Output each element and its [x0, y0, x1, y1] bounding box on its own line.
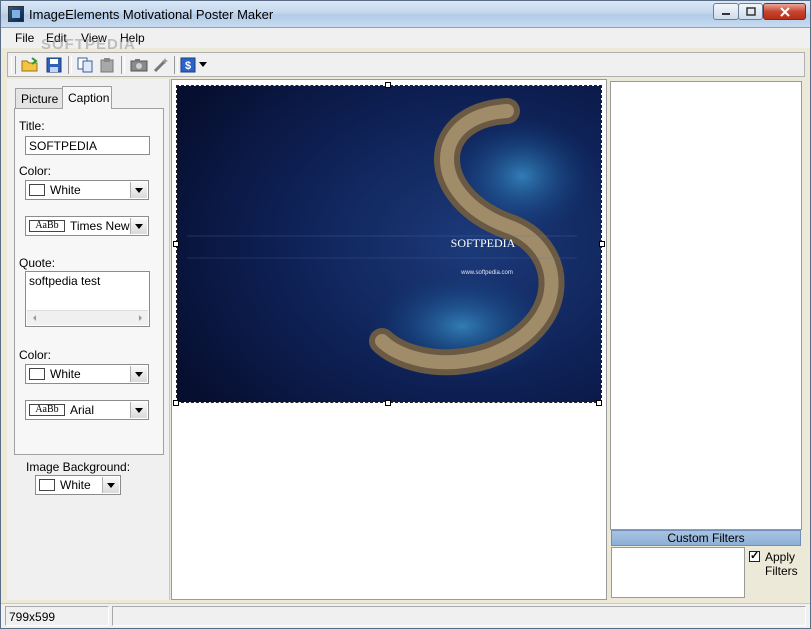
minimize-icon: [722, 12, 730, 15]
window-title: ImageElements Motivational Poster Maker: [29, 7, 274, 22]
quote-font-select[interactable]: AaBb Arial: [25, 400, 149, 420]
title-font-select[interactable]: AaBb Times New Roman: [25, 216, 149, 236]
title-input[interactable]: SOFTPEDIA: [25, 136, 150, 155]
resize-handle[interactable]: [596, 400, 602, 406]
chevron-down-icon[interactable]: [102, 477, 119, 493]
toolbar: $: [7, 52, 805, 77]
quote-color-label: Color:: [19, 348, 52, 362]
close-button[interactable]: [763, 3, 806, 20]
quote-color-value: White: [50, 367, 81, 381]
svg-text:$: $: [185, 60, 191, 72]
poster-title: SOFTPEDIA: [451, 236, 516, 250]
chevron-down-icon[interactable]: [130, 218, 147, 234]
quote-label: Quote:: [19, 256, 56, 270]
tab-caption[interactable]: Caption: [62, 86, 112, 109]
status-dimensions: 799x599: [5, 606, 109, 626]
preview-panel: [610, 81, 802, 530]
resize-handle[interactable]: [385, 82, 391, 88]
close-icon: [779, 6, 790, 17]
custom-filters-list[interactable]: [611, 547, 745, 598]
background-select[interactable]: White: [35, 475, 121, 495]
magic-wand-icon: [153, 58, 168, 73]
title-font-value: Times New Roman: [70, 219, 130, 233]
paste-button[interactable]: [97, 55, 117, 75]
title-color-label: Color:: [19, 164, 52, 178]
canvas-area[interactable]: SOFTPEDIA www.softpedia.com: [171, 79, 607, 600]
status-message: [112, 606, 806, 626]
camera-icon: [130, 59, 148, 72]
custom-filters-header: Custom Filters: [611, 530, 801, 546]
resize-handle[interactable]: [173, 241, 179, 247]
apply-filters-label-line2: Filters: [765, 564, 798, 578]
title-color-value: White: [50, 183, 81, 197]
color-swatch: [39, 479, 55, 491]
color-swatch: [29, 184, 45, 196]
quote-font-value: Arial: [70, 403, 95, 417]
dollar-icon: $: [180, 57, 196, 73]
maximize-icon: [745, 7, 756, 16]
buy-button[interactable]: $: [178, 55, 198, 75]
chevron-down-icon[interactable]: [130, 366, 147, 382]
tab-picture-label: Picture: [21, 91, 59, 106]
font-sample: AaBb: [29, 404, 65, 416]
minimize-button[interactable]: [713, 3, 739, 20]
image-button[interactable]: [129, 55, 149, 75]
title-bar[interactable]: ImageElements Motivational Poster Maker: [1, 1, 810, 28]
quote-textarea[interactable]: softpedia test: [25, 271, 150, 327]
background-value: White: [60, 478, 91, 492]
apply-filters-checkbox[interactable]: [749, 549, 760, 562]
apply-filters-label-line1: Apply: [765, 550, 796, 564]
toolbar-separator: [121, 56, 125, 74]
background-label: Image Background:: [26, 460, 131, 474]
toolbar-separator: [68, 56, 72, 74]
softpedia-watermark: SOFTPEDIA: [41, 36, 136, 53]
title-color-select[interactable]: White: [25, 180, 149, 200]
app-icon: [8, 6, 24, 22]
title-label: Title:: [19, 119, 45, 133]
chevron-down-icon[interactable]: [130, 402, 147, 418]
chevron-down-icon[interactable]: [130, 182, 147, 198]
poster-url: www.softpedia.com: [460, 270, 513, 276]
wizard-button[interactable]: [151, 55, 171, 75]
app-window: ImageElements Motivational Poster Maker …: [0, 0, 811, 629]
save-button[interactable]: [44, 55, 64, 75]
open-folder-icon: [21, 57, 38, 72]
resize-handle[interactable]: [173, 400, 179, 406]
properties-panel: Picture Caption Title: SOFTPEDIA Color: …: [7, 79, 170, 600]
scroll-arrows: [33, 315, 142, 321]
status-bar: 799x599: [1, 603, 810, 628]
quote-color-select[interactable]: White: [25, 364, 149, 384]
poster-image[interactable]: SOFTPEDIA www.softpedia.com: [176, 85, 602, 403]
quote-text: softpedia test: [29, 274, 101, 288]
tab-picture[interactable]: Picture: [15, 88, 63, 108]
menu-file[interactable]: File: [15, 31, 34, 45]
open-button[interactable]: [20, 55, 40, 75]
paste-icon: [100, 58, 114, 73]
tab-caption-label: Caption: [68, 91, 110, 105]
resize-handle[interactable]: [599, 241, 605, 247]
copy-icon: [77, 57, 93, 73]
font-sample: AaBb: [29, 220, 65, 232]
color-swatch: [29, 368, 45, 380]
maximize-button[interactable]: [738, 3, 763, 20]
toolbar-grip[interactable]: [11, 56, 16, 74]
resize-handle[interactable]: [385, 400, 391, 406]
quote-horizontal-scrollbar[interactable]: [27, 310, 148, 325]
copy-button[interactable]: [75, 55, 95, 75]
save-icon: [46, 57, 62, 73]
poster-artwork: SOFTPEDIA www.softpedia.com: [177, 86, 601, 402]
caption-tab-content: Title: SOFTPEDIA Color: White AaBb Times…: [14, 108, 164, 455]
chevron-down-icon: [199, 62, 207, 67]
buy-dropdown-button[interactable]: [197, 55, 209, 75]
